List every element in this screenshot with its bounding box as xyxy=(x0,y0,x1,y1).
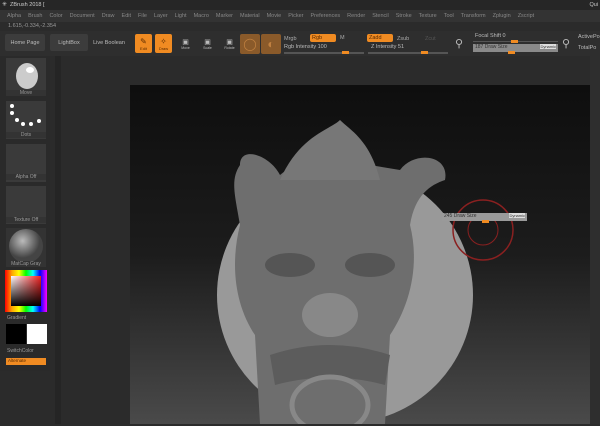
active-points-label: ActivePo xyxy=(578,34,600,40)
rgb-intensity-label: Rgb Intensity 100 xyxy=(284,44,327,50)
slider-knob[interactable] xyxy=(511,40,518,43)
focal-shift-slider[interactable] xyxy=(473,40,558,43)
draw-size-slider[interactable]: 187 Draw Size Dynamic xyxy=(473,44,558,54)
alpha-label: Alpha Off xyxy=(6,174,46,180)
scale-icon: ▣ xyxy=(204,38,211,46)
menu-item-movie[interactable]: Movie xyxy=(267,13,282,19)
sculpt-model xyxy=(217,120,514,426)
alternate-button[interactable]: Alternate xyxy=(6,358,46,365)
menu-item-draw[interactable]: Draw xyxy=(102,13,115,19)
total-points-label: TotalPo xyxy=(578,45,597,51)
brush-label: Move xyxy=(6,90,46,96)
mrgb-button[interactable]: Mrgb xyxy=(284,36,297,42)
menu-item-material[interactable]: Material xyxy=(240,13,260,19)
slider-knob[interactable] xyxy=(421,51,428,54)
menu-item-color[interactable]: Color xyxy=(49,13,62,19)
popup-dynamic-button[interactable]: Dynamic xyxy=(509,213,525,218)
menu-item-macro[interactable]: Macro xyxy=(194,13,209,19)
points-icon: ⚲ xyxy=(562,38,571,50)
z-intensity-label: Z Intensity 51 xyxy=(371,44,405,50)
primary-color-swatch[interactable] xyxy=(6,324,26,344)
menu-item-alpha[interactable]: Alpha xyxy=(7,13,21,19)
live-boolean-button[interactable]: Live Boolean xyxy=(90,34,128,51)
canvas-viewport[interactable]: 245 Draw Size Dynamic xyxy=(130,85,590,426)
menu-item-edit[interactable]: Edit xyxy=(122,13,131,19)
title-bar: ✳ ZBrush 2018 [ Qui xyxy=(0,0,600,10)
material-label: MatCap Gray xyxy=(6,261,46,267)
menu-item-stencil[interactable]: Stencil xyxy=(372,13,389,19)
quicksave-button[interactable]: Qui xyxy=(589,2,598,8)
rgb-intensity-slider[interactable] xyxy=(284,51,364,54)
right-tray[interactable] xyxy=(590,56,600,424)
texture-label: Texture Off xyxy=(6,217,46,223)
lightbox-button[interactable]: LightBox xyxy=(50,34,88,51)
move-icon: ▣ xyxy=(182,38,189,46)
top-toolbar: Home Page LightBox Live Boolean ✎ Edit ✧ D… xyxy=(0,31,600,56)
left-tray-divider[interactable] xyxy=(55,56,61,424)
switch-color-button[interactable]: SwitchColor xyxy=(7,348,34,354)
menu-item-zplugin[interactable]: Zplugin xyxy=(493,13,511,19)
texture-sphere-button[interactable]: ◐ xyxy=(261,34,281,54)
edit-button[interactable]: ✎ Edit xyxy=(135,34,152,53)
menu-item-marker[interactable]: Marker xyxy=(216,13,233,19)
menu-item-preferences[interactable]: Preferences xyxy=(311,13,341,19)
edit-icon: ✎ xyxy=(140,36,147,46)
menu-item-picker[interactable]: Picker xyxy=(288,13,303,19)
z-intensity-slider[interactable] xyxy=(368,51,448,54)
edit-label: Edit xyxy=(140,45,147,51)
material-sphere-button[interactable]: ◯ xyxy=(240,34,260,54)
draw-size-label: 187 Draw Size xyxy=(475,44,508,50)
zcut-button[interactable]: Zcut xyxy=(425,36,436,42)
menu-item-zscript[interactable]: Zscript xyxy=(518,13,535,19)
slider-knob[interactable] xyxy=(342,51,349,54)
focal-shift-label: Focal Shift 0 xyxy=(475,33,506,39)
menu-item-stroke[interactable]: Stroke xyxy=(396,13,412,19)
draw-size-popup[interactable]: 245 Draw Size Dynamic xyxy=(442,213,527,223)
move-button[interactable]: ▣ Move xyxy=(178,35,193,52)
zsub-button[interactable]: Zsub xyxy=(397,36,409,42)
stroke-label: Dots xyxy=(6,132,46,138)
menu-item-texture[interactable]: Texture xyxy=(419,13,437,19)
color-square[interactable] xyxy=(11,276,41,306)
popup-draw-size-label: 245 Draw Size xyxy=(444,213,477,219)
rotate-label: Rotate xyxy=(224,45,235,50)
menu-item-transform[interactable]: Transform xyxy=(461,13,486,19)
slider-knob[interactable] xyxy=(482,220,489,223)
draw-icon: ✧ xyxy=(160,36,167,46)
menu-item-render[interactable]: Render xyxy=(347,13,365,19)
home-page-button[interactable]: Home Page xyxy=(5,34,45,51)
menu-item-file[interactable]: File xyxy=(138,13,147,19)
gradient-label: Gradient xyxy=(7,315,27,321)
draw-button[interactable]: ✧ Draw xyxy=(155,34,172,53)
scale-button[interactable]: ▣ Scale xyxy=(200,35,215,52)
window-title: ZBrush 2018 [ xyxy=(10,2,45,8)
material-sphere-icon: ◯ xyxy=(243,37,257,51)
rgb-button[interactable]: Rgb xyxy=(310,34,336,42)
zbrush-logo-icon: ✳ xyxy=(2,2,8,8)
secondary-color-swatch[interactable] xyxy=(27,324,47,344)
menu-bar: Alpha Brush Color Document Draw Edit File Layer… xyxy=(0,10,600,22)
color-picker[interactable] xyxy=(5,270,47,312)
slider-knob[interactable] xyxy=(508,51,515,54)
brush-settings-icon[interactable]: ⚲ xyxy=(455,37,463,50)
m-button[interactable]: M xyxy=(340,35,345,41)
menu-item-layer[interactable]: Layer xyxy=(154,13,168,19)
draw-label: Draw xyxy=(158,45,169,51)
texture-sphere-icon: ◐ xyxy=(267,37,275,51)
dynamic-button[interactable]: Dynamic xyxy=(540,44,556,49)
move-label: Move xyxy=(181,45,190,50)
menu-item-light[interactable]: Light xyxy=(175,13,187,19)
menu-item-tool[interactable]: Tool xyxy=(444,13,454,19)
scale-label: Scale xyxy=(203,45,212,50)
rotate-button[interactable]: ▣ Rotate xyxy=(222,35,237,52)
menu-item-brush[interactable]: Brush xyxy=(28,13,42,19)
left-shelf: Move Dots Alpha Off Texture Off MatCap G… xyxy=(0,56,50,371)
menu-item-document[interactable]: Document xyxy=(70,13,95,19)
coordinates-readout: 1.615,-0.334,-2.354 xyxy=(8,23,57,29)
zadd-button[interactable]: Zadd xyxy=(367,34,393,42)
rotate-icon: ▣ xyxy=(226,38,233,46)
